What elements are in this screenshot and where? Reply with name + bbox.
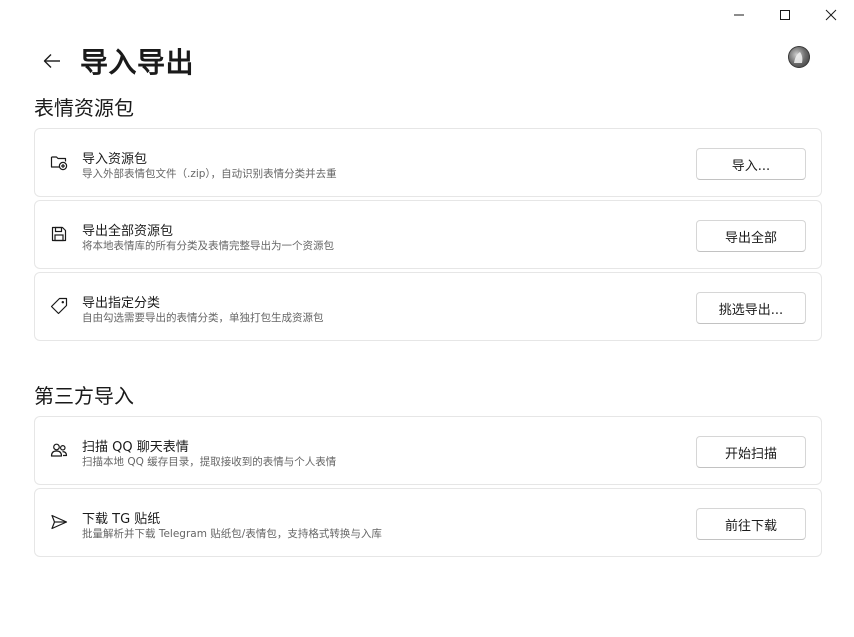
card-description: 扫描本地 QQ 缓存目录，提取接收到的表情与个人表情	[82, 456, 337, 468]
avatar-image	[788, 46, 810, 68]
close-button[interactable]	[808, 0, 854, 30]
card-scan-qq: 扫描 QQ 聊天表情 扫描本地 QQ 缓存目录，提取接收到的表情与个人表情 开始…	[34, 416, 822, 485]
card-download-tg: 下载 TG 贴纸 批量解析并下载 Telegram 贴纸包/表情包，支持格式转换…	[34, 488, 822, 557]
minimize-button[interactable]	[716, 0, 762, 30]
send-icon	[49, 512, 69, 532]
window-controls	[716, 0, 854, 30]
page-title: 导入导出	[80, 46, 195, 79]
go-download-button[interactable]: 前往下载	[696, 508, 806, 540]
section-title-third-party: 第三方导入	[34, 384, 134, 408]
card-title: 下载 TG 贴纸	[82, 512, 161, 527]
pick-export-button[interactable]: 挑选导出...	[696, 292, 806, 324]
arrow-left-icon	[43, 54, 60, 68]
card-export-category: 导出指定分类 自由勾选需要导出的表情分类，单独打包生成资源包 挑选导出...	[34, 272, 822, 341]
avatar[interactable]	[788, 46, 810, 68]
card-title: 导入资源包	[82, 152, 148, 167]
card-description: 自由勾选需要导出的表情分类，单独打包生成资源包	[82, 312, 324, 324]
close-icon	[825, 9, 837, 21]
card-description: 将本地表情库的所有分类及表情完整导出为一个资源包	[82, 240, 334, 252]
card-title: 导出指定分类	[82, 296, 161, 311]
save-icon	[49, 224, 69, 244]
maximize-button[interactable]	[762, 0, 808, 30]
card-description: 导入外部表情包文件（.zip），自动识别表情分类并去重	[82, 168, 337, 180]
card-title: 扫描 QQ 聊天表情	[82, 440, 189, 455]
section-title-resource-pack: 表情资源包	[34, 96, 134, 120]
page-header: 导入导出	[36, 40, 818, 82]
card-title: 导出全部资源包	[82, 224, 174, 239]
export-all-button[interactable]: 导出全部	[696, 220, 806, 252]
tag-icon	[49, 296, 69, 316]
maximize-icon	[780, 10, 790, 20]
folder-plus-icon	[49, 152, 69, 172]
card-export-all: 导出全部资源包 将本地表情库的所有分类及表情完整导出为一个资源包 导出全部	[34, 200, 822, 269]
minimize-icon	[734, 14, 744, 16]
people-icon	[49, 440, 69, 460]
start-scan-button[interactable]: 开始扫描	[696, 436, 806, 468]
card-description: 批量解析并下载 Telegram 贴纸包/表情包，支持格式转换与入库	[82, 528, 382, 540]
import-button[interactable]: 导入...	[696, 148, 806, 180]
card-import-pack: 导入资源包 导入外部表情包文件（.zip），自动识别表情分类并去重 导入...	[34, 128, 822, 197]
back-button[interactable]	[36, 45, 68, 77]
